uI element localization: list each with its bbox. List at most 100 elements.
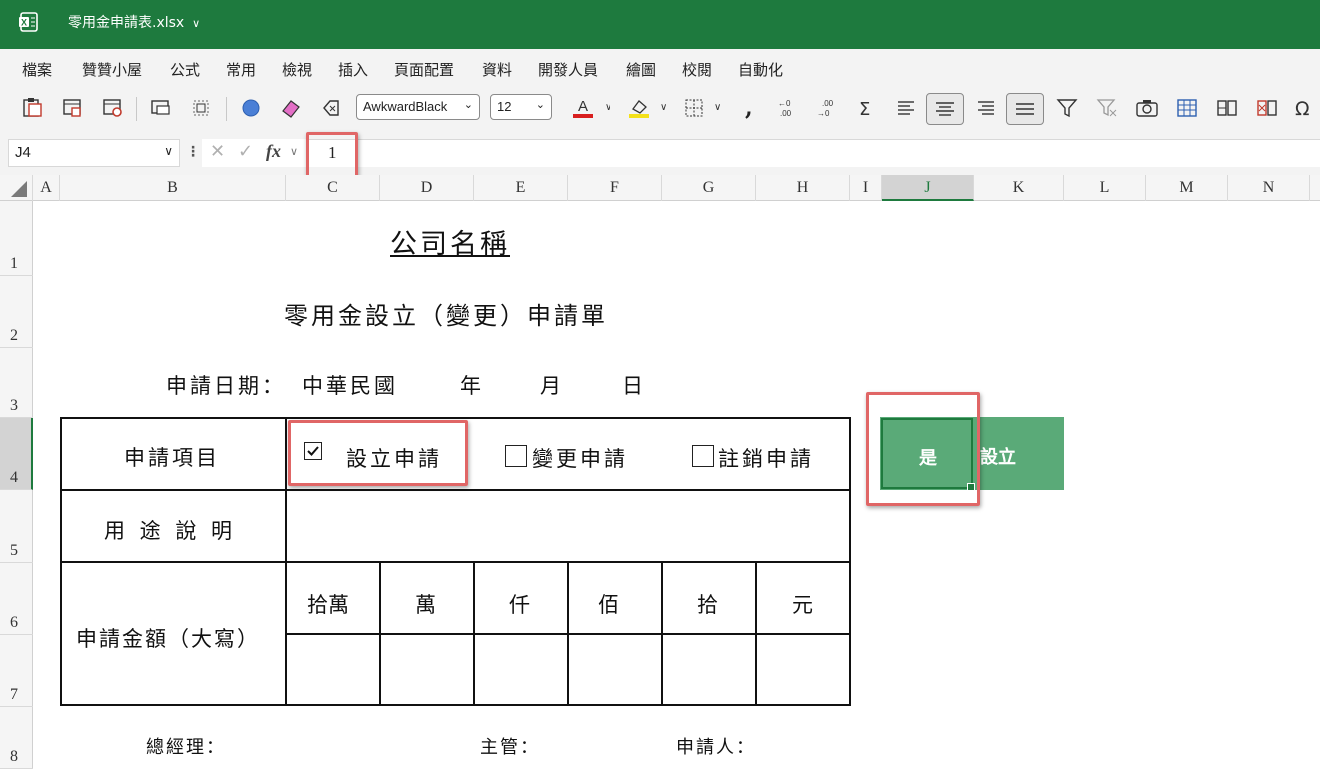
row-header-3[interactable]: 3 xyxy=(0,348,33,418)
col-header-D[interactable]: D xyxy=(380,175,474,201)
comma-style-icon[interactable]: , xyxy=(734,95,760,121)
font-size-select[interactable]: 12 ⌄ xyxy=(490,94,552,120)
row-header-7[interactable]: 7 xyxy=(0,635,33,707)
col-header-H[interactable]: H xyxy=(756,175,850,201)
select-all-corner[interactable] xyxy=(0,175,33,201)
menu-review[interactable]: 校閱 xyxy=(682,59,712,80)
row-header-5[interactable]: 5 xyxy=(0,490,33,563)
middle-align-button[interactable] xyxy=(1006,93,1044,125)
align-center-icon xyxy=(936,102,954,116)
col-header-B[interactable]: B xyxy=(60,175,286,201)
insert-column-icon[interactable] xyxy=(1214,95,1240,121)
col-header-C[interactable]: C xyxy=(286,175,380,201)
middle-align-icon xyxy=(1016,103,1034,115)
row-number: 7 xyxy=(10,686,18,703)
row-header-6[interactable]: 6 xyxy=(0,563,33,635)
chevron-down-icon[interactable]: ∨ xyxy=(290,145,298,158)
menu-data[interactable]: 資料 xyxy=(482,59,512,80)
row-header-8[interactable]: 8 xyxy=(0,707,33,769)
clear-filter-icon[interactable] xyxy=(1094,95,1120,121)
symbol-icon[interactable]: Ω xyxy=(1292,95,1318,121)
purpose-cell[interactable] xyxy=(287,491,849,561)
row-header-2[interactable]: 2 xyxy=(0,276,33,348)
menu-page-layout[interactable]: 頁面配置 xyxy=(394,59,454,80)
svg-text:Σ: Σ xyxy=(859,99,870,120)
row-header-4[interactable]: 4 xyxy=(0,418,33,490)
change-checkbox[interactable] xyxy=(505,445,527,467)
font-color-icon[interactable]: A ∨ xyxy=(570,95,610,121)
col-header-N[interactable]: N xyxy=(1228,175,1310,201)
cancel-icon[interactable]: ✕ xyxy=(210,141,225,162)
format-painter-icon[interactable] xyxy=(60,95,86,121)
align-right-icon[interactable] xyxy=(974,95,1000,121)
svg-text:Ω: Ω xyxy=(1295,98,1310,120)
filter-icon[interactable] xyxy=(1054,95,1080,121)
col-header-A[interactable]: A xyxy=(33,175,60,201)
screenshot-icon[interactable] xyxy=(148,95,174,121)
month-label: 月 xyxy=(540,374,561,398)
col-header-F[interactable]: F xyxy=(568,175,662,201)
file-name-dropdown[interactable]: 零用金申請表.xlsx ∨ xyxy=(68,12,200,32)
delete-column-icon[interactable] xyxy=(1254,95,1280,121)
svg-text:∨: ∨ xyxy=(660,102,667,113)
menu-home[interactable]: 常用 xyxy=(226,59,256,80)
name-box[interactable]: J4 ∨ xyxy=(8,139,180,167)
toolbar: AwkwardBlack ⌄ 12 ⌄ A ∨ ∨ ∨ , ←0.00 .00 →0 Σ… xyxy=(0,87,1320,131)
row-number: 2 xyxy=(10,327,18,344)
camera-icon[interactable] xyxy=(1134,95,1160,121)
align-left-icon[interactable] xyxy=(894,95,920,121)
table-grid-icon[interactable] xyxy=(1174,95,1200,121)
highlight-formula-box xyxy=(306,132,358,178)
fill-color-icon[interactable]: ∨ xyxy=(626,95,668,121)
table-border xyxy=(60,417,62,706)
col-header-J[interactable]: J xyxy=(882,175,974,201)
formula-buttons: ✕ ✓ fx ∨ xyxy=(202,139,306,167)
row-number: 1 xyxy=(10,255,18,272)
col-header-M[interactable]: M xyxy=(1146,175,1228,201)
row-number: 4 xyxy=(10,469,18,486)
col-header-G[interactable]: G xyxy=(662,175,756,201)
table-border xyxy=(755,561,757,706)
menu-file[interactable]: 檔案 xyxy=(22,59,52,80)
clear-format-icon[interactable] xyxy=(318,95,344,121)
menu-formulas[interactable]: 公式 xyxy=(170,59,200,80)
menu-draw[interactable]: 繪圖 xyxy=(626,59,656,80)
formula-input[interactable]: 1 xyxy=(306,139,1320,167)
borders-icon[interactable]: ∨ xyxy=(682,95,724,121)
title-bar: X 零用金申請表.xlsx ∨ xyxy=(0,0,1320,49)
row-header-1[interactable]: 1 xyxy=(0,201,33,276)
more-options-icon[interactable]: ⋮ xyxy=(186,143,200,160)
chevron-down-icon: ∨ xyxy=(192,18,201,30)
row-headers: 1 2 3 4 5 6 7 8 xyxy=(0,201,33,769)
col-header-E[interactable]: E xyxy=(474,175,568,201)
col-header-L[interactable]: L xyxy=(1064,175,1146,201)
chevron-down-icon: ⌄ xyxy=(463,99,473,111)
increase-decimal-icon[interactable]: ←0.00 xyxy=(774,95,800,121)
applicant-label: 申請人： xyxy=(676,737,756,758)
autosum-icon[interactable]: Σ xyxy=(854,95,880,121)
confirm-icon[interactable]: ✓ xyxy=(238,141,253,162)
cancel-option-label: 註銷申請 xyxy=(718,447,814,471)
menu-automate[interactable]: 自動化 xyxy=(738,59,783,80)
unit-label: 佰 xyxy=(598,593,619,617)
decrease-decimal-icon[interactable]: .00→0 xyxy=(814,95,840,121)
circle-shape-icon[interactable] xyxy=(238,95,264,121)
paste-special-icon[interactable] xyxy=(20,95,46,121)
col-header-K[interactable]: K xyxy=(974,175,1064,201)
cancel-checkbox[interactable] xyxy=(692,445,714,467)
col-header-I[interactable]: I xyxy=(850,175,882,201)
menu-view[interactable]: 檢視 xyxy=(282,59,312,80)
insert-function-button[interactable]: fx xyxy=(266,141,281,162)
menu-developer[interactable]: 開發人員 xyxy=(538,59,598,80)
font-name-select[interactable]: AwkwardBlack ⌄ xyxy=(356,94,480,120)
align-center-button[interactable] xyxy=(926,93,964,125)
menu-insert[interactable]: 插入 xyxy=(338,59,368,80)
eraser-icon[interactable] xyxy=(278,95,304,121)
menu-zanzan[interactable]: 贊贊小屋 xyxy=(82,59,142,80)
menu-bar: 檔案 贊贊小屋 公式 常用 檢視 插入 頁面配置 資料 開發人員 繪圖 校閱 自… xyxy=(0,49,1320,87)
file-name: 零用金申請表.xlsx xyxy=(68,15,185,31)
supervisor-label: 主管： xyxy=(480,737,540,758)
record-macro-icon[interactable] xyxy=(100,95,126,121)
svg-text:→0: →0 xyxy=(817,109,830,118)
select-objects-icon[interactable] xyxy=(188,95,214,121)
